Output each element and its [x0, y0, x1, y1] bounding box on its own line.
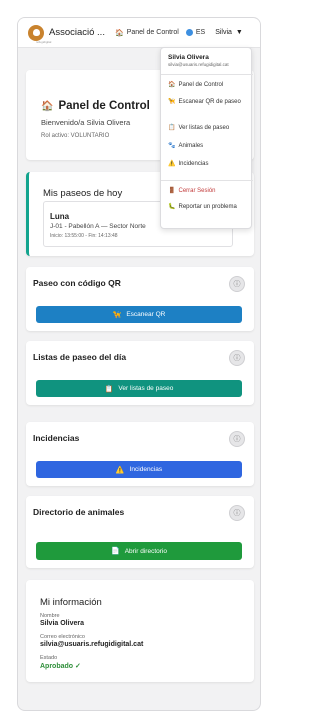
menu-item-walk-lists[interactable]: 📋 Ver listas de paseo [168, 124, 250, 132]
walk-icon: 🦮 [168, 99, 176, 105]
qr-walk-section: Paseo con código QR ⓘ 🦮 Escanear QR [26, 267, 254, 331]
dashboard-icon: 🏠 [168, 82, 176, 88]
logout-icon: 🚪 [168, 188, 176, 194]
incidents-button[interactable]: ⚠️ Incidencias [36, 461, 242, 478]
menu-item-dashboard[interactable]: 🏠 Panel de Control [168, 81, 250, 89]
nav-panel-link[interactable]: 🏠 Panel de Control [115, 29, 179, 37]
menu-item-animals[interactable]: 🐾 Animales [168, 142, 250, 150]
app-title[interactable]: Associació ... [49, 27, 105, 38]
list-icon: 📋 [104, 385, 114, 393]
logout-label: Cerrar Sesión [178, 188, 216, 194]
my-info-title: Mi información [40, 597, 102, 608]
menu-item-incidents[interactable]: ⚠️ Incidencias [168, 160, 250, 168]
nav-panel-label: Panel de Control [126, 29, 179, 36]
info-icon[interactable]: ⓘ [229, 350, 245, 366]
chevron-down-icon: ▼ [235, 29, 243, 36]
menu-item-label: Animales [178, 143, 204, 149]
dashboard-icon: 🏠 [41, 100, 54, 112]
walk-time-range: Inicio: 13:55:00 - Fin: 14:13:48 [50, 233, 118, 239]
info-icon[interactable]: ⓘ [229, 505, 245, 521]
active-role-text: Rol activo: VOLUNTARIO [41, 133, 110, 139]
top-navbar: refugidigital Associació ... 🏠 Panel de … [18, 18, 260, 48]
email-label: Correo electrónico [40, 634, 85, 640]
divider [161, 74, 253, 75]
my-info-card: Mi información Nombre Silvia Olivera Cor… [26, 580, 254, 682]
user-menu-toggle[interactable]: Silvia ▼ [215, 29, 243, 36]
page-title-text: Panel de Control [58, 100, 150, 112]
welcome-text: Bienvenido/a Silvia Olivera [41, 118, 131, 127]
directory-title: Directorio de animales [33, 507, 125, 517]
menu-item-label: Ver listas de paseo [178, 125, 230, 131]
walk-location: J-01 - Pabellón A — Sector Norte [50, 223, 146, 230]
status-badge: Aprobado ✓ [40, 663, 81, 670]
list-icon: 📋 [168, 125, 176, 131]
dropdown-user-name: Silvia Olivera [168, 54, 209, 61]
dropdown-user-email: silvia@usuaris.refugidigital.cat [168, 62, 229, 67]
menu-item-label: Escanear QR de paseo [178, 99, 241, 105]
menu-item-label: Incidencias [178, 161, 209, 167]
report-problem-menu-item[interactable]: 🐛 Reportar un problema [168, 203, 250, 211]
user-dropdown-menu: Silvia Olivera silvia@usuaris.refugidigi… [160, 47, 253, 229]
scan-qr-label: Escanear QR [126, 311, 166, 318]
info-icon[interactable]: ⓘ [229, 276, 245, 292]
shelter-logo-icon[interactable] [28, 24, 44, 41]
open-directory-label: Abrir directorio [124, 547, 167, 555]
incidents-section: Incidencias ⓘ ⚠️ Incidencias [26, 422, 254, 486]
scan-qr-button[interactable]: 🦮 Escanear QR [36, 306, 242, 323]
qr-section-title: Paseo con código QR [33, 278, 121, 288]
name-value: Silvia Olivera [40, 620, 84, 627]
divider [161, 180, 253, 181]
view-walk-lists-button[interactable]: 📋 Ver listas de paseo [36, 380, 242, 397]
page-title: 🏠 Panel de Control [41, 100, 150, 112]
bug-icon: 🐛 [168, 204, 176, 210]
name-label: Nombre [40, 613, 60, 619]
incidents-button-label: Incidencias [129, 466, 163, 473]
warning-icon: ⚠️ [168, 161, 176, 167]
incidents-title: Incidencias [33, 433, 80, 443]
view-walk-lists-label: Ver listas de paseo [118, 385, 174, 392]
document-icon: 📄 [111, 548, 120, 555]
open-directory-button[interactable]: 📄 Abrir directorio [36, 542, 242, 560]
status-label: Estado [40, 655, 58, 661]
paw-icon: 🐾 [168, 143, 176, 149]
language-selector[interactable]: ES [185, 29, 206, 36]
menu-item-scan-qr[interactable]: 🦮 Escanear QR de paseo [168, 98, 250, 106]
user-menu-label: Silvia [215, 29, 232, 36]
animal-directory-section: Directorio de animales ⓘ 📄 Abrir directo… [26, 496, 254, 568]
info-icon[interactable]: ⓘ [229, 431, 245, 447]
dashboard-icon: 🏠 [114, 29, 124, 37]
report-problem-label: Reportar un problema [178, 204, 237, 210]
logo-caption: refugidigital [36, 40, 52, 44]
dropdown-user-header: Silvia Olivera silvia@usuaris.refugidigi… [168, 54, 252, 67]
warning-icon: ⚠️ [115, 466, 125, 474]
globe-icon [185, 29, 193, 36]
walk-lists-title: Listas de paseo del día [33, 352, 127, 362]
walk-lists-section: Listas de paseo del día ⓘ 📋 Ver listas d… [26, 341, 254, 405]
language-label: ES [195, 29, 206, 36]
todays-walks-title: Mis paseos de hoy [43, 188, 123, 199]
menu-item-label: Panel de Control [178, 82, 224, 88]
qr-scan-icon: 🦮 [112, 311, 122, 319]
email-value: silvia@usuaris.refugidigital.cat [40, 641, 144, 648]
logout-menu-item[interactable]: 🚪 Cerrar Sesión [168, 187, 250, 195]
walk-animal-name: Luna [50, 212, 70, 221]
